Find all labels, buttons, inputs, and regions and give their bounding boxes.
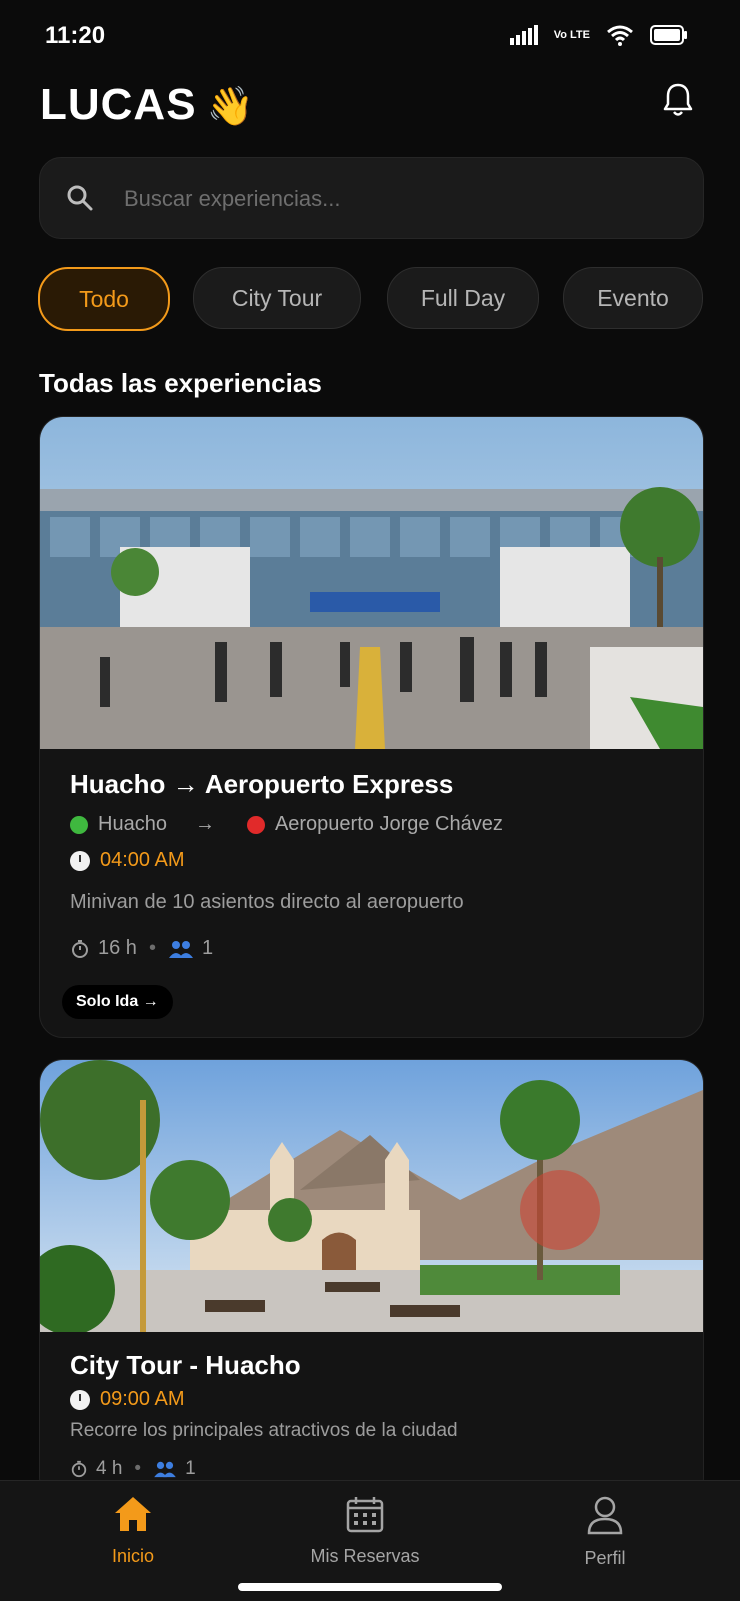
duration-label: 4 h <box>96 1458 123 1479</box>
home-indicator[interactable] <box>238 1583 502 1591</box>
destination-label: Aeropuerto Jorge Chávez <box>274 813 503 835</box>
trip-type-badge: Solo Ida → <box>62 985 173 1019</box>
route-arrow: → <box>194 813 215 835</box>
meta-separator: • <box>134 1458 142 1479</box>
greeting-title: LUCAS 👋 <box>40 80 255 130</box>
people-icon <box>154 1461 176 1478</box>
filter-chip-full-day[interactable]: Full Day <box>387 267 539 329</box>
time-label: 04:00 AM <box>100 849 185 871</box>
section-title: Todas las experiencias <box>39 368 322 398</box>
nav-item-inicio[interactable]: Inicio <box>43 1495 223 1567</box>
card-meta: 4 h • 1 <box>70 1458 196 1480</box>
nav-item-perfil[interactable]: Perfil <box>515 1495 695 1569</box>
card-title: City Tour - Huacho <box>70 1350 301 1380</box>
nav-label: Inicio <box>111 1546 155 1566</box>
card-description: Recorre los principales atractivos de la… <box>70 1420 458 1441</box>
clock-icon <box>70 1389 90 1410</box>
nav-label: Perfil <box>584 1548 626 1568</box>
seats-label: 1 <box>185 1458 196 1479</box>
battery-icon <box>650 25 687 45</box>
route-row: Huacho → Aeropuerto Jorge Chávez <box>70 813 503 836</box>
wifi-icon <box>607 25 633 46</box>
destination-dot-icon <box>246 815 265 834</box>
volte-indicator: Vo LTE <box>553 28 590 41</box>
card-title: Huacho → Aeropuerto Express <box>70 769 454 799</box>
departure-time: 09:00 AM <box>70 1388 185 1411</box>
card-meta: 16 h • 1 <box>70 937 213 960</box>
status-icons: Vo LTE <box>509 24 688 46</box>
search-bar[interactable] <box>39 157 704 239</box>
timer-icon <box>71 1460 87 1478</box>
seats-label: 1 <box>201 937 214 959</box>
filter-chip-city-tour[interactable]: City Tour <box>193 267 361 329</box>
wave-emoji: 👋 <box>206 86 255 128</box>
city-plaza-photo <box>40 1060 703 1332</box>
timer-icon <box>72 939 88 958</box>
experience-card-city-tour[interactable]: City Tour - Huacho 09:00 AM Recorre los … <box>39 1059 704 1501</box>
signal-icon <box>509 25 538 45</box>
home-icon <box>115 1497 151 1531</box>
notifications-bell-icon[interactable] <box>662 82 694 123</box>
user-name: LUCAS <box>40 80 197 129</box>
meta-separator: • <box>148 937 156 959</box>
origin-dot-icon <box>70 815 88 834</box>
nav-label: Mis Reservas <box>310 1546 420 1566</box>
search-icon <box>67 185 93 211</box>
filter-chip-todo[interactable]: Todo <box>38 267 170 331</box>
search-input[interactable] <box>122 178 666 220</box>
status-time: 11:20 <box>45 22 106 49</box>
user-icon <box>587 1496 623 1535</box>
calendar-icon <box>346 1497 384 1533</box>
nav-item-mis-reservas[interactable]: Mis Reservas <box>275 1495 455 1567</box>
experience-card-airport[interactable]: Huacho → Aeropuerto Express Huacho → Aer… <box>39 416 704 1038</box>
filter-chip-evento[interactable]: Evento <box>563 267 703 329</box>
origin-label: Huacho <box>98 813 167 835</box>
duration-label: 16 h <box>98 937 137 959</box>
people-icon <box>168 940 193 958</box>
status-bar: 11:20 Vo LTE <box>0 0 740 76</box>
time-label: 09:00 AM <box>100 1388 185 1410</box>
departure-time: 04:00 AM <box>70 849 185 872</box>
card-description: Minivan de 10 asientos directo al aeropu… <box>70 891 464 913</box>
clock-icon <box>70 850 90 871</box>
airport-photo <box>40 417 703 749</box>
